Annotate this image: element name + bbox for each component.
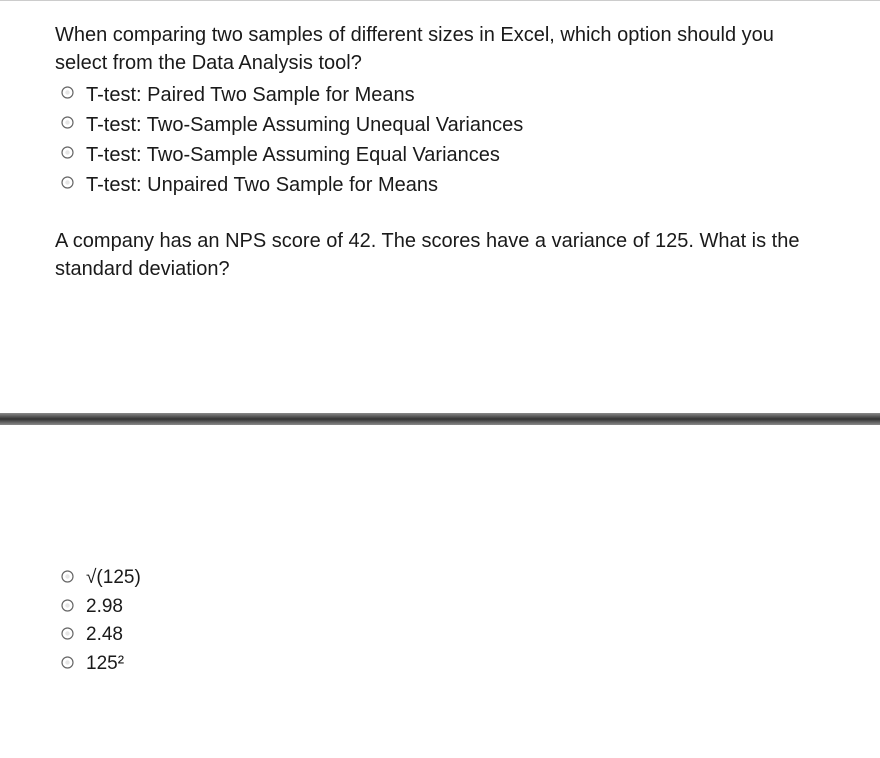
radio-icon[interactable] <box>61 146 74 159</box>
question-1-options: T-test: Paired Two Sample for Means T-te… <box>55 81 825 199</box>
option-label: 2.48 <box>86 622 123 649</box>
option-label: √(125) <box>86 565 141 592</box>
option-label: 2.98 <box>86 594 123 621</box>
option-row[interactable]: 125² <box>55 651 825 678</box>
option-label: 125² <box>86 651 124 678</box>
option-row[interactable]: T-test: Unpaired Two Sample for Means <box>55 171 825 199</box>
question-2-options: √(125) 2.98 2.48 125² <box>0 565 880 709</box>
question-2-text: A company has an NPS score of 42. The sc… <box>55 227 825 283</box>
radio-icon[interactable] <box>61 599 74 612</box>
radio-icon[interactable] <box>61 176 74 189</box>
radio-icon[interactable] <box>61 86 74 99</box>
option-row[interactable]: T-test: Paired Two Sample for Means <box>55 81 825 109</box>
option-label: T-test: Two-Sample Assuming Equal Varian… <box>86 141 500 169</box>
option-row[interactable]: 2.98 <box>55 594 825 621</box>
option-row[interactable]: T-test: Two-Sample Assuming Equal Varian… <box>55 141 825 169</box>
option-row[interactable]: T-test: Two-Sample Assuming Unequal Vari… <box>55 111 825 139</box>
spacer <box>0 303 880 413</box>
radio-icon[interactable] <box>61 627 74 640</box>
option-label: T-test: Two-Sample Assuming Unequal Vari… <box>86 111 523 139</box>
question-1-text: When comparing two samples of different … <box>55 21 825 77</box>
option-row[interactable]: √(125) <box>55 565 825 592</box>
radio-icon[interactable] <box>61 570 74 583</box>
page-divider <box>0 413 880 425</box>
radio-icon[interactable] <box>61 656 74 669</box>
radio-icon[interactable] <box>61 116 74 129</box>
option-label: T-test: Unpaired Two Sample for Means <box>86 171 438 199</box>
question-block-1: When comparing two samples of different … <box>0 1 880 303</box>
spacer <box>0 425 880 565</box>
option-label: T-test: Paired Two Sample for Means <box>86 81 415 109</box>
option-row[interactable]: 2.48 <box>55 622 825 649</box>
